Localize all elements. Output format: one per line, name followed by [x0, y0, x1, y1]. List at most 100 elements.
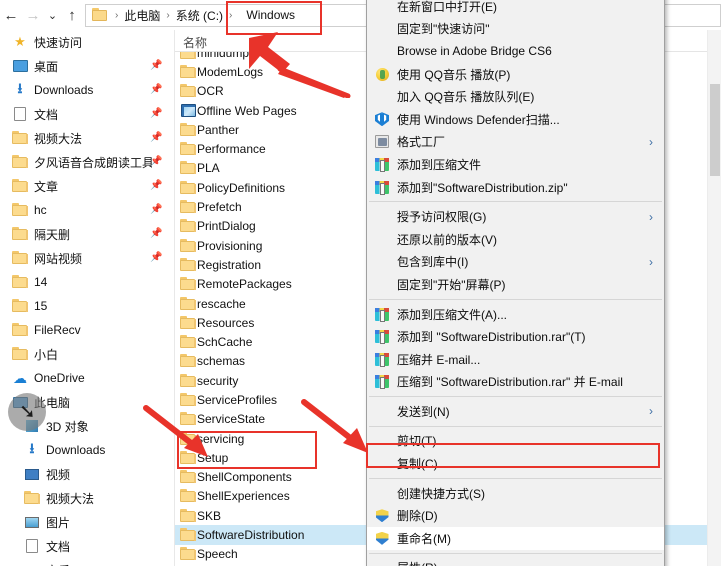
sidebar-item-7[interactable]: hc 📌 — [0, 198, 174, 222]
sidebar-item-9[interactable]: 网站视频 📌 — [0, 246, 174, 270]
menu-item-label: 格式工厂 — [397, 135, 446, 150]
sidebar-item-11[interactable]: 15 — [0, 294, 174, 318]
menu-item-12[interactable]: 包含到库中(I) › — [367, 251, 664, 274]
context-menu[interactable]: 在新窗口中打开(E) 固定到"快速访问" Browse in Adobe Bridg… — [366, 0, 665, 566]
sidebar-item-2[interactable]: ⭳ Downloads 📌 — [0, 78, 174, 102]
sidebar-item-12[interactable]: FileRecv — [0, 318, 174, 342]
menu-item-27[interactable]: 重命名(M) — [367, 527, 664, 550]
sidebar-item-19[interactable]: 视频大法 — [0, 486, 174, 510]
menu-item-15[interactable]: 添加到压缩文件(A)... — [367, 303, 664, 326]
breadcrumb-separator: › — [166, 9, 170, 21]
forward-button[interactable]: → — [22, 3, 44, 27]
menu-item-29[interactable]: 属性(R) — [367, 557, 664, 566]
menu-item-label: Browse in Adobe Bridge CS6 — [397, 44, 552, 59]
menu-item-18[interactable]: 压缩到 "SoftwareDistribution.rar" 并 E-mail — [367, 371, 664, 394]
pin-icon[interactable]: 📌 — [150, 156, 162, 168]
navigation-pane[interactable]: ★快速访问桌面📌⭳Downloads📌文档📌视频大法📌夕风语音合成朗读工具V1.… — [0, 30, 175, 566]
menu-item-22[interactable]: 剪切(T) — [367, 430, 664, 453]
winrar-icon — [375, 157, 389, 172]
sidebar-item-10[interactable]: 14 — [0, 270, 174, 294]
winrar-icon — [375, 307, 389, 322]
menu-item-20[interactable]: 发送到(N) › — [367, 400, 664, 423]
breadcrumb-item-0[interactable]: 此电脑 — [122, 7, 162, 24]
menu-item-13[interactable]: 固定到"开始"屏幕(P) — [367, 273, 664, 296]
sidebar-item-3[interactable]: 文档 📌 — [0, 102, 174, 126]
menu-item-26[interactable]: 删除(D) — [367, 504, 664, 527]
sidebar-item-13[interactable]: 小白 — [0, 342, 174, 366]
file-name: rescache — [197, 296, 246, 311]
menu-item-23[interactable]: 复制(C) — [367, 452, 664, 475]
pin-icon[interactable]: 📌 — [150, 228, 162, 240]
folder-icon — [180, 122, 196, 137]
menu-item-4[interactable]: 加入 QQ音乐 播放队列(E) — [367, 85, 664, 108]
menu-item-1[interactable]: 固定到"快速访问" — [367, 18, 664, 41]
menu-item-label: 创建快捷方式(S) — [397, 486, 485, 501]
menu-item-6[interactable]: 格式工厂 › — [367, 131, 664, 154]
winrar-icon — [375, 180, 389, 195]
onedrive-cloud-icon: ☁ — [13, 369, 27, 386]
sidebar-item-label: 15 — [34, 299, 48, 313]
sidebar-item-1[interactable]: 桌面 📌 — [0, 54, 174, 78]
folder-icon — [12, 203, 28, 217]
menu-item-label: 发送到(N) — [397, 404, 450, 419]
uac-shield-icon — [375, 509, 389, 523]
sidebar-item-5[interactable]: 夕风语音合成朗读工具V1.2📌 — [0, 150, 174, 174]
pin-icon[interactable]: 📌 — [150, 108, 162, 120]
menu-item-3[interactable]: 使用 QQ音乐 播放(P) — [367, 63, 664, 86]
sidebar-item-4[interactable]: 视频大法 📌 — [0, 126, 174, 150]
menu-item-label: 授予访问权限(G) — [397, 210, 487, 225]
sidebar-item-label: 14 — [34, 275, 48, 289]
menu-item-5[interactable]: 使用 Windows Defender扫描... — [367, 108, 664, 131]
recent-locations-button[interactable]: ⌄ — [44, 3, 61, 27]
menu-item-0[interactable]: 在新窗口中打开(E) — [367, 0, 664, 18]
folder-icon — [180, 296, 196, 311]
sidebar-item-label: Downloads — [46, 443, 106, 457]
pin-icon[interactable]: 📌 — [150, 204, 162, 216]
folder-icon — [180, 84, 196, 98]
menu-item-17[interactable]: 压缩并 E-mail... — [367, 348, 664, 371]
vertical-scrollbar[interactable] — [707, 30, 721, 566]
breadcrumb-item-2[interactable]: Windows — [236, 8, 297, 22]
uac-shield-icon — [375, 531, 389, 545]
sidebar-item-8[interactable]: 隔天删 📌 — [0, 222, 174, 246]
menu-separator — [369, 552, 662, 554]
folder-icon — [180, 392, 196, 407]
breadcrumb-item-1[interactable]: 系统 (C:) — [174, 7, 225, 24]
sidebar-item-20[interactable]: 图片 — [0, 510, 174, 534]
sidebar-item-6[interactable]: 文章 📌 — [0, 174, 174, 198]
pin-icon[interactable]: 📌 — [150, 252, 162, 264]
scrollbar-thumb[interactable] — [710, 84, 720, 176]
winrar-icon — [375, 352, 389, 367]
sidebar-item-18[interactable]: 视频 — [0, 462, 174, 486]
menu-item-label: 包含到库中(I) — [397, 255, 469, 270]
menu-item-label: 还原以前的版本(V) — [397, 232, 497, 247]
sidebar-item-label: 小白 — [34, 347, 59, 362]
up-button[interactable]: ↑ — [61, 3, 83, 27]
file-explorer-window: ← → ⌄ ↑ › 此电脑 › 系统 (C:) › Windows 名称 ★ 快速… — [0, 0, 721, 566]
menu-item-11[interactable]: 还原以前的版本(V) — [367, 228, 664, 251]
sidebar-item-0[interactable]: ★ 快速访问 — [0, 30, 174, 54]
folder-icon — [180, 161, 196, 175]
file-name: schemas — [197, 354, 246, 369]
menu-item-label: 添加到压缩文件 — [397, 157, 482, 172]
folder-icon — [180, 412, 196, 426]
sidebar-item-14[interactable]: ☁ OneDrive — [0, 366, 174, 390]
menu-item-16[interactable]: 添加到 "SoftwareDistribution.rar"(T) — [367, 325, 664, 348]
pin-icon[interactable]: 📌 — [150, 180, 162, 192]
folder-icon — [180, 200, 196, 214]
menu-item-10[interactable]: 授予访问权限(G) › — [367, 205, 664, 228]
menu-item-2[interactable]: Browse in Adobe Bridge CS6 — [367, 40, 664, 63]
sidebar-item-17[interactable]: ⭳ Downloads — [0, 438, 174, 462]
menu-item-25[interactable]: 创建快捷方式(S) — [367, 482, 664, 505]
sidebar-item-21[interactable]: 文档 — [0, 534, 174, 558]
menu-item-8[interactable]: 添加到"SoftwareDistribution.zip" — [367, 176, 664, 199]
file-name: SoftwareDistribution — [197, 528, 305, 543]
column-header-name[interactable]: 名称 — [183, 34, 207, 51]
menu-item-7[interactable]: 添加到压缩文件 — [367, 153, 664, 176]
mouse-cursor-highlight: ➘ — [8, 393, 46, 431]
pin-icon[interactable]: 📌 — [150, 132, 162, 144]
sidebar-item-22[interactable]: ♪ 音乐 — [0, 558, 174, 566]
back-button[interactable]: ← — [0, 3, 22, 27]
pin-icon[interactable]: 📌 — [150, 84, 162, 96]
pin-icon[interactable]: 📌 — [150, 60, 162, 72]
